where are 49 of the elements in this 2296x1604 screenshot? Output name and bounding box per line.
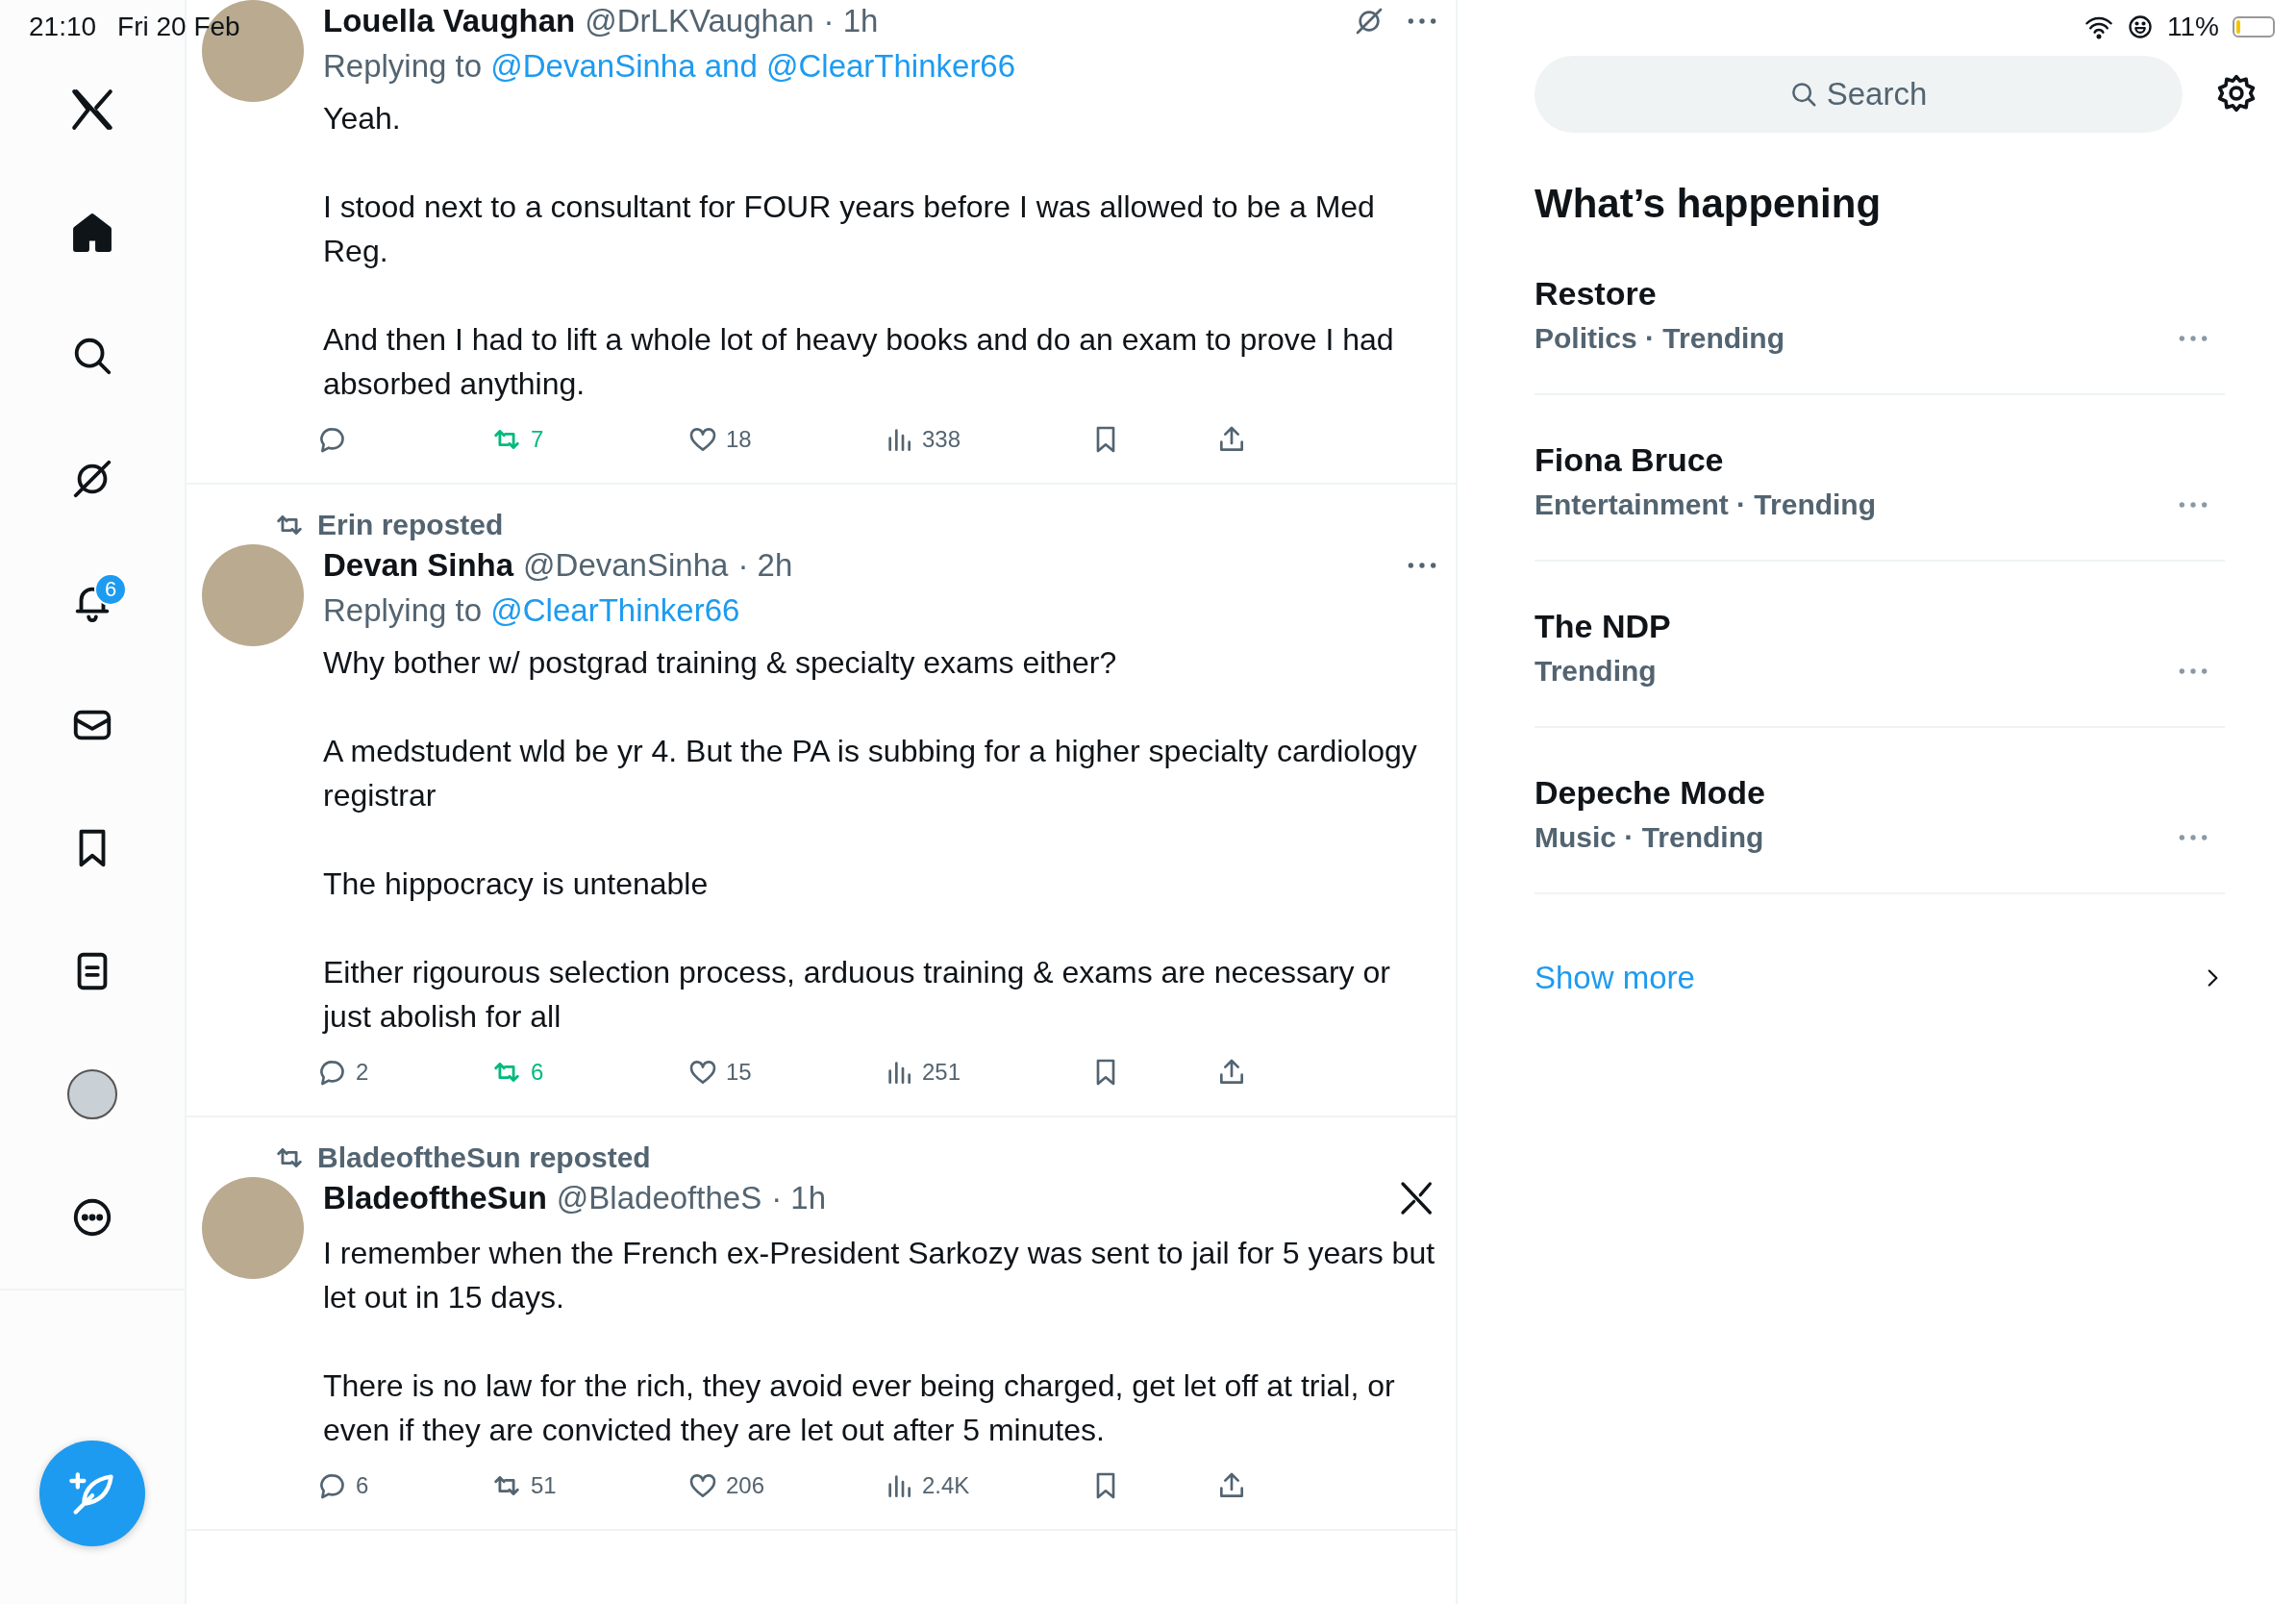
trend-title[interactable]: Restore — [1535, 275, 1657, 313]
author-handle[interactable]: @DrLKVaughan — [585, 3, 814, 39]
trend-title[interactable]: Fiona Bruce — [1535, 441, 1724, 479]
author-name[interactable]: Devan Sinha — [323, 547, 514, 584]
search-field[interactable]: Search — [1535, 56, 2183, 133]
more-icon[interactable] — [1408, 17, 1436, 25]
replying-to-text: Replying to @DevanSinha and @ClearThinker66 — [323, 48, 1017, 85]
status-time: 21:10 — [29, 12, 97, 42]
post-text: Why bother w/ postgrad training & specialty exams either? A medstudent wld be yr 4. But the PA is subbing for a higher specialty cardiology registrar The hippocracy is untenable Either rigourous selection process, arduous training & exams are necessary or just abolish for all — [323, 644, 1418, 1036]
repost-note: Erin reposted — [317, 509, 504, 541]
section-title: What’s happening — [1535, 181, 1883, 227]
notification-badge: 6 — [94, 573, 127, 606]
repost-button[interactable]: 51 — [490, 1469, 557, 1502]
more-icon[interactable] — [2179, 834, 2208, 841]
more-icon[interactable] — [2179, 335, 2208, 342]
more-icon[interactable] — [2179, 667, 2208, 675]
more-icon[interactable] — [1408, 562, 1436, 569]
like-button[interactable]: 206 — [687, 1470, 765, 1501]
views-button[interactable]: 251 — [884, 1057, 961, 1088]
battery-icon — [2233, 16, 2275, 38]
author-handle[interactable]: @BladeoftheS — [556, 1180, 762, 1216]
repost-note: BladeoftheSun reposted — [317, 1141, 651, 1174]
battery-percent: 11% — [2167, 12, 2219, 42]
smiley-icon — [2127, 13, 2155, 40]
reply-button[interactable]: 6 — [317, 1470, 369, 1501]
trend-category: Music · Trending — [1535, 821, 1764, 854]
views-button[interactable]: 2.4K — [884, 1470, 970, 1501]
reply-button[interactable]: 2 — [317, 1057, 369, 1088]
trend-title[interactable]: The NDP — [1535, 608, 1671, 645]
post-time: · 2h — [737, 547, 793, 584]
trend-category: Politics · Trending — [1535, 322, 1785, 355]
replying-to-text: Replying to @ClearThinker66 — [323, 592, 741, 629]
post-time: · 1h — [771, 1180, 827, 1216]
more-icon[interactable] — [2179, 501, 2208, 509]
like-button[interactable]: 18 — [687, 424, 752, 455]
search-icon — [1789, 80, 1818, 109]
slashed-circle-icon — [1354, 6, 1385, 37]
trend-category: Trending — [1535, 655, 1657, 688]
post-text: Yeah. I stood next to a consultant for FOUR years before I was allowed to be a Med Reg. And then I had to lift a whole lot of heavy books and do an exam to prove I had absorbed anything. — [323, 100, 1395, 403]
author-name[interactable]: Louella Vaughan — [323, 3, 576, 39]
post-text: I remember when the French ex-President Sarkozy was sent to jail for 5 years but let out in 15 days. There is no law for the rich, they avoid ever being charged, get let off at trial, or even if they are convicted they are let out after 5 minutes. — [323, 1235, 1436, 1449]
trend-category: Entertainment · Trending — [1535, 489, 1877, 521]
author-name[interactable]: BladeoftheSun — [323, 1180, 547, 1216]
post-time: · 1h — [823, 3, 879, 39]
like-button[interactable]: 15 — [687, 1057, 752, 1088]
trend-title[interactable]: Depeche Mode — [1535, 774, 1765, 812]
author-handle[interactable]: @DevanSinha — [523, 547, 729, 584]
compose-button[interactable] — [39, 1441, 145, 1546]
views-button[interactable]: 338 — [884, 424, 961, 455]
